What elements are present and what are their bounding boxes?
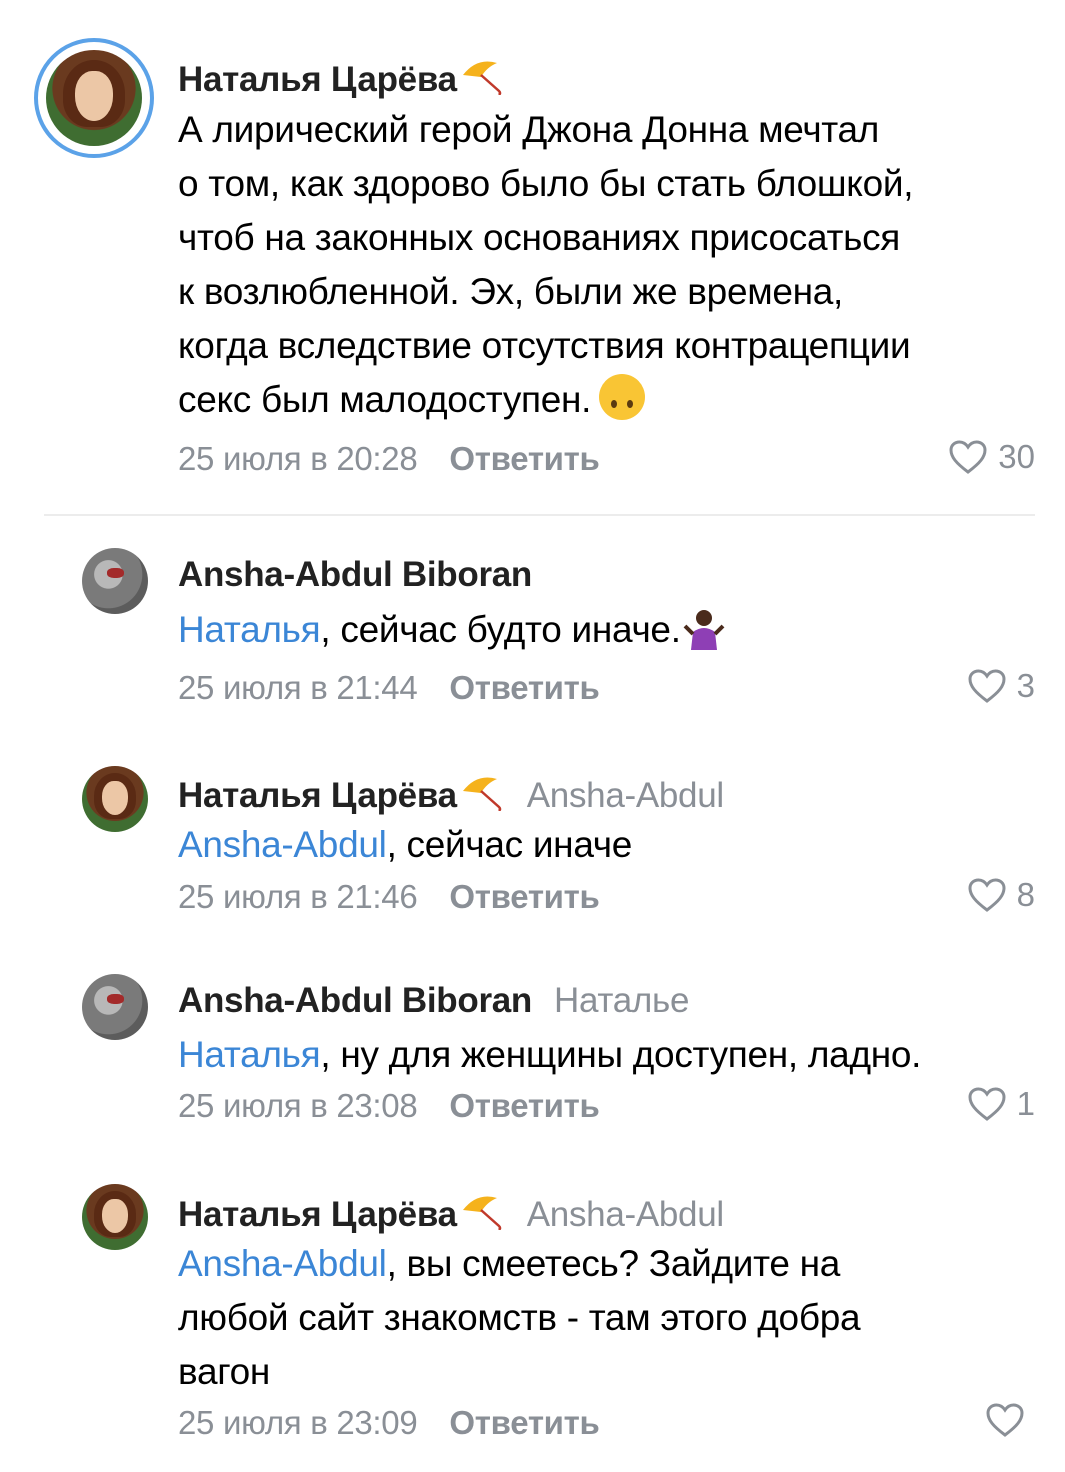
author-name[interactable]: Ansha-Abdul Biboran [178, 981, 532, 1020]
avatar[interactable] [82, 974, 148, 1040]
author-name[interactable]: Наталья Царёва [178, 1195, 457, 1234]
comment-text: Наталья, ну для женщины доступен, ладно. [178, 1028, 921, 1082]
avatar[interactable] [82, 766, 148, 832]
text-line: когда вследствие отсутствия контрацепции [178, 325, 911, 366]
reply-button[interactable]: Ответить [449, 1404, 599, 1441]
mention-link[interactable]: Ansha-Abdul [178, 824, 387, 865]
heart-icon [968, 669, 1006, 703]
text-line: секс был малодоступен. [178, 373, 913, 427]
mention-link[interactable]: Ansha-Abdul [178, 1243, 387, 1284]
comment-text: Ansha-Abdul, сейчас иначе [178, 818, 632, 872]
like-button[interactable]: 3 [967, 667, 1035, 705]
like-button[interactable]: 30 [948, 438, 1035, 476]
comment-meta: 25 июля в 21:46 Ответить [178, 878, 600, 916]
text-line: о том, как здорово было бы стать блошкой… [178, 163, 914, 204]
umbrella-icon [459, 771, 505, 820]
person-shrugging-icon [681, 606, 727, 652]
umbrella-icon [459, 55, 505, 104]
comment-author[interactable]: Наталья Царёва Ansha-Abdul [178, 1190, 724, 1239]
avatar[interactable] [82, 548, 148, 614]
comment-text: Наталья, сейчас будто иначе. [178, 603, 727, 657]
author-name[interactable]: Ansha-Abdul Biboran [178, 555, 532, 594]
reply-button[interactable]: Ответить [449, 440, 599, 477]
author-name[interactable]: Наталья Царёва [178, 60, 457, 99]
like-button[interactable]: 1 [967, 1085, 1035, 1123]
comment-author[interactable]: Ansha-Abdul Biboran Наталье [178, 981, 689, 1021]
comment-date[interactable]: 25 июля в 21:44 [178, 669, 418, 706]
like-count: 1 [1016, 1085, 1035, 1122]
reply-to-name[interactable]: Ansha-Abdul [527, 1195, 724, 1234]
text-line: чтоб на законных основаниях присосаться [178, 217, 901, 258]
mention-link[interactable]: Наталья [178, 609, 321, 650]
comment-date[interactable]: 25 июля в 23:08 [178, 1087, 418, 1124]
divider [44, 514, 1035, 516]
reply-to-name[interactable]: Наталье [554, 981, 689, 1020]
upside-down-face-icon [599, 374, 646, 420]
avatar[interactable] [46, 50, 142, 146]
comment-meta: 25 июля в 20:28 Ответить [178, 440, 600, 478]
mention-link[interactable]: Наталья [178, 1034, 321, 1075]
text-line: вагон [178, 1351, 271, 1392]
like-count: 30 [998, 438, 1035, 475]
heart-icon [986, 1403, 1024, 1437]
text-line: любой сайт знакомств - там этого добра [178, 1297, 861, 1338]
text-line: А лирический герой Джона Донна мечтал [178, 109, 880, 150]
like-button[interactable]: 8 [967, 876, 1035, 914]
comment-author[interactable]: Наталья Царёва [178, 55, 505, 104]
heart-icon [968, 878, 1006, 912]
heart-icon [949, 440, 987, 474]
text-content: , вы смеетесь? Зайдите на [386, 1243, 841, 1284]
comment-date[interactable]: 25 июля в 21:46 [178, 878, 418, 915]
like-count: 3 [1016, 667, 1035, 704]
like-button[interactable] [985, 1402, 1035, 1438]
author-name[interactable]: Наталья Царёва [178, 776, 457, 815]
text-content: , сейчас будто иначе. [320, 609, 681, 650]
text-line-content: секс был малодоступен. [178, 379, 592, 420]
comment-date[interactable]: 25 июля в 20:28 [178, 440, 418, 477]
comment-author[interactable]: Ansha-Abdul Biboran [178, 555, 532, 595]
like-count: 8 [1016, 876, 1035, 913]
umbrella-icon [459, 1190, 505, 1239]
comment-author[interactable]: Наталья Царёва Ansha-Abdul [178, 771, 724, 820]
comment-text: Ansha-Abdul, вы смеетесь? Зайдите на люб… [178, 1237, 861, 1399]
reply-button[interactable]: Ответить [449, 1087, 599, 1124]
comment-meta: 25 июля в 23:09 Ответить [178, 1404, 600, 1442]
comment-meta: 25 июля в 23:08 Ответить [178, 1087, 600, 1125]
avatar[interactable] [82, 1184, 148, 1250]
heart-icon [968, 1087, 1006, 1121]
reply-button[interactable]: Ответить [449, 669, 599, 706]
text-content: , сейчас иначе [386, 824, 633, 865]
comment-meta: 25 июля в 21:44 Ответить [178, 669, 600, 707]
reply-button[interactable]: Ответить [449, 878, 599, 915]
comment-text: А лирический герой Джона Донна мечтал о … [178, 103, 914, 427]
text-line: к возлюбленной. Эх, были же времена, [178, 271, 844, 312]
reply-to-name[interactable]: Ansha-Abdul [527, 776, 724, 815]
text-content: , ну для женщины доступен, ладно. [320, 1034, 922, 1075]
comment-date[interactable]: 25 июля в 23:09 [178, 1404, 418, 1441]
text-line: Ansha-Abdul, вы смеетесь? Зайдите на [178, 1237, 860, 1291]
